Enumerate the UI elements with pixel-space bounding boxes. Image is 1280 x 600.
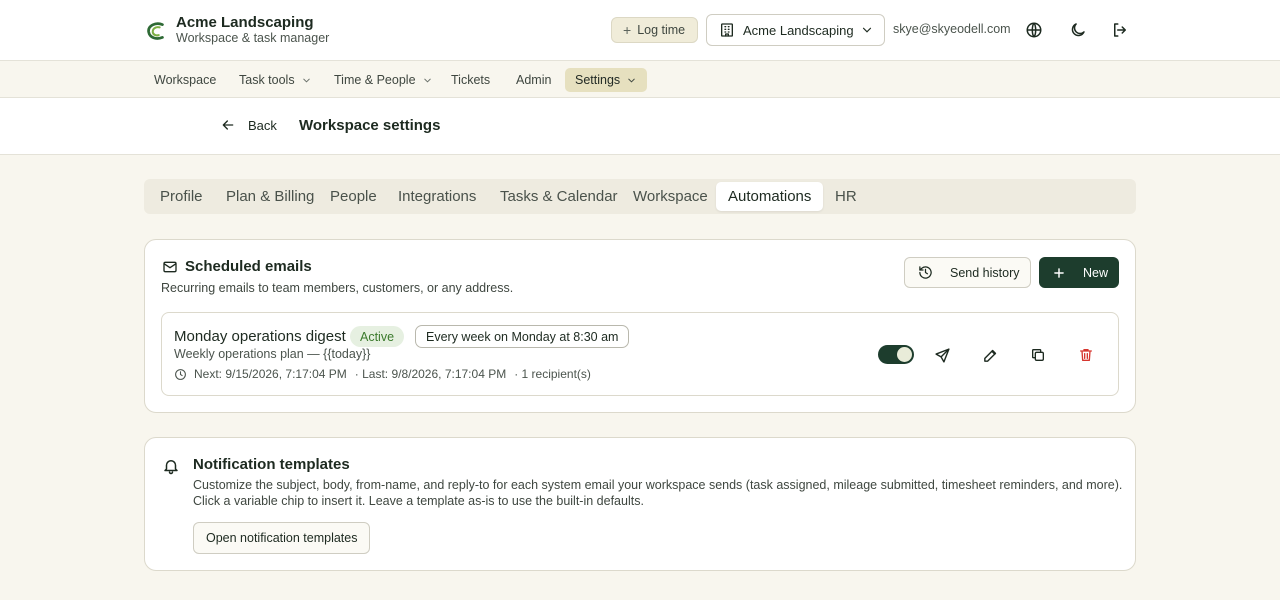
new-email-button[interactable]: New — [1039, 257, 1119, 288]
workspace-select-value: Acme Landscaping — [743, 22, 854, 38]
brand-title: Acme Landscaping — [176, 14, 314, 31]
nav-item-settings[interactable]: Settings — [565, 68, 648, 92]
nav-item-workspace[interactable]: Workspace — [144, 68, 226, 92]
notification-templates-description: Customize the subject, body, from-name, … — [193, 478, 1123, 492]
edit-icon[interactable] — [979, 344, 1001, 366]
tab-workspace[interactable]: Workspace — [621, 182, 720, 211]
tab-profile[interactable]: Profile — [148, 182, 215, 211]
scheduled-emails-title: Scheduled emails — [185, 258, 312, 275]
next-run: Next: 9/15/2026, 7:17:04 PM — [194, 367, 347, 381]
workspace-select[interactable]: Acme Landscaping — [706, 14, 885, 46]
toggle-knob — [897, 347, 912, 362]
bell-icon — [164, 460, 178, 475]
mail-icon — [163, 261, 177, 273]
logout-icon[interactable] — [1109, 19, 1131, 41]
nav-item-time-people[interactable]: Time & People — [324, 68, 443, 92]
brand-subtitle: Workspace & task manager — [176, 31, 330, 45]
nav-item-label: Task tools — [239, 73, 295, 87]
chevron-down-icon — [302, 78, 310, 83]
user-email: skye@skyeodell.com — [893, 22, 1011, 36]
recipient-count: · 1 recipient(s) — [514, 367, 591, 381]
scheduled-email-name: Monday operations digest — [174, 328, 346, 345]
send-now-icon[interactable] — [931, 344, 953, 366]
main-nav: Workspace Task tools Time & People Ticke… — [0, 61, 1280, 98]
top-bar: Acme Landscaping Workspace & task manage… — [0, 0, 1280, 61]
brand[interactable]: Acme Landscaping Workspace & task manage… — [145, 15, 329, 46]
history-icon — [919, 266, 932, 279]
notification-templates-card: Notification templates Customize the sub… — [144, 437, 1136, 571]
building-icon — [721, 23, 733, 37]
back-label: Back — [248, 117, 277, 133]
tab-tasks-calendar[interactable]: Tasks & Calendar — [488, 182, 630, 211]
tab-plan-billing[interactable]: Plan & Billing — [214, 182, 326, 211]
tab-automations[interactable]: Automations — [716, 182, 824, 211]
nav-item-label: Tickets — [451, 73, 491, 87]
log-time-button[interactable]: + Log time — [611, 17, 698, 43]
nav-item-label: Admin — [516, 73, 552, 87]
new-email-label: New — [1083, 265, 1109, 280]
page-title: Workspace settings — [299, 117, 441, 134]
trash-icon[interactable] — [1075, 344, 1097, 366]
notification-templates-title: Notification templates — [193, 456, 350, 473]
tab-people[interactable]: People — [318, 182, 389, 211]
open-notification-templates-button[interactable]: Open notification templates — [193, 522, 371, 554]
scheduled-email-subject: Weekly operations plan — {{today}} — [174, 347, 371, 361]
nav-item-label: Time & People — [334, 73, 416, 87]
nav-item-label: Workspace — [154, 73, 217, 87]
page-header: Back Workspace settings — [0, 98, 1280, 155]
settings-tabs: Profile Plan & Billing People Integratio… — [144, 179, 1136, 214]
arrow-left-icon — [222, 120, 234, 130]
status-badge: Active — [350, 326, 405, 347]
tab-hr[interactable]: HR — [823, 182, 869, 211]
chevron-down-icon — [423, 78, 431, 83]
enabled-toggle[interactable] — [878, 345, 914, 364]
nav-item-admin[interactable]: Admin — [506, 68, 561, 92]
log-time-label: Log time — [637, 23, 686, 37]
send-history-label: Send history — [950, 265, 1020, 280]
scheduled-email-meta: Next: 9/15/2026, 7:17:04 PM · Last: 9/8/… — [174, 367, 599, 381]
nav-item-tickets[interactable]: Tickets — [441, 68, 500, 92]
chevron-down-icon — [862, 27, 872, 33]
clock-icon — [175, 368, 186, 380]
leaf-logo-icon — [147, 21, 164, 40]
last-run: · Last: 9/8/2026, 7:17:04 PM — [354, 367, 507, 381]
plus-icon — [1054, 267, 1064, 278]
scheduled-emails-description: Recurring emails to team members, custom… — [161, 281, 514, 295]
send-history-button[interactable]: Send history — [904, 257, 1031, 288]
back-button[interactable]: Back — [220, 117, 277, 133]
notification-templates-hint: Click a variable chip to insert it. Leav… — [193, 494, 644, 508]
duplicate-icon[interactable] — [1027, 344, 1049, 366]
tab-integrations[interactable]: Integrations — [386, 182, 488, 211]
moon-icon[interactable] — [1067, 19, 1089, 41]
scheduled-emails-card: Scheduled emails Recurring emails to tea… — [144, 239, 1136, 413]
nav-item-task-tools[interactable]: Task tools — [229, 68, 322, 92]
scheduled-email-item: Monday operations digest Active Every we… — [161, 312, 1119, 396]
chevron-down-icon — [628, 78, 635, 83]
schedule-badge: Every week on Monday at 8:30 am — [415, 325, 630, 348]
plus-icon: + — [623, 22, 632, 38]
nav-item-label: Settings — [575, 73, 621, 87]
globe-icon[interactable] — [1023, 19, 1045, 41]
